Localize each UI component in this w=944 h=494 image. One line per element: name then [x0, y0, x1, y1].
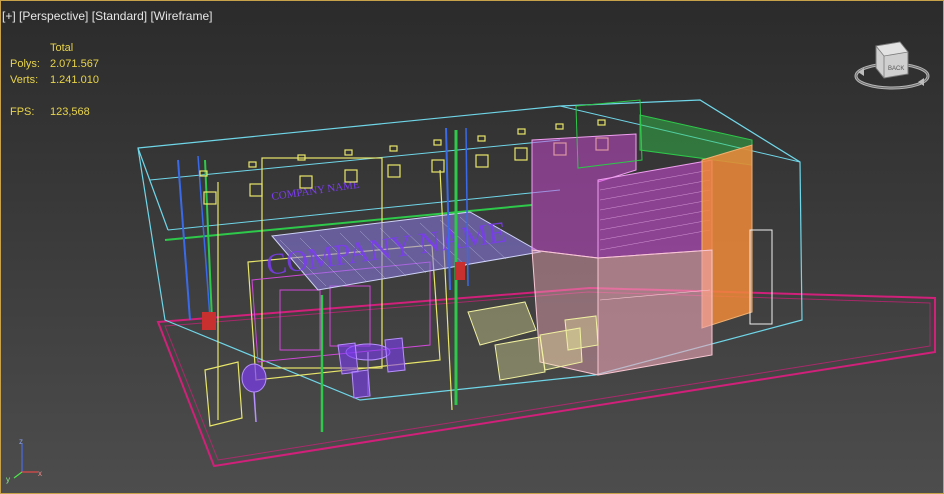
left-chair: [241, 363, 267, 393]
frame-edge-left: [137, 147, 169, 231]
scene-statistics: Total Polys: 2.071.567 Verts: 1.241.010 …: [10, 40, 99, 120]
viewport-pov-button[interactable]: [Perspective]: [19, 9, 88, 23]
viewport-menu-button[interactable]: [+]: [2, 9, 16, 23]
frame-top-rail: [149, 139, 561, 181]
magenta-door-1: [279, 289, 321, 351]
y-axis-label: y: [6, 475, 10, 484]
viewport-shading-standard-button[interactable]: [Standard]: [92, 9, 147, 23]
display-case: [204, 361, 243, 427]
viewport-label: [+] [Perspective] [Standard] [Wireframe]: [2, 9, 212, 23]
stats-header: Total: [50, 42, 74, 54]
magenta-door-2: [329, 285, 371, 347]
y-axis: [13, 471, 23, 479]
lower-room: [597, 249, 713, 376]
red-object-1: [202, 312, 216, 330]
blue-pillar-1: [177, 159, 191, 321]
polys-value: 2.071.567: [50, 58, 99, 70]
verts-label: Verts:: [10, 74, 39, 86]
wireframe-scene[interactable]: COMPANY NAME COMPANY NAME: [0, 0, 944, 494]
fps-label: FPS:: [10, 106, 35, 118]
viewport-display-mode-button[interactable]: [Wireframe]: [150, 9, 212, 23]
column-mid: [439, 169, 453, 411]
viewcube-icon[interactable]: BACK: [852, 38, 932, 94]
red-object-2: [455, 262, 465, 280]
verts-value: 1.241.010: [50, 74, 99, 86]
fps-value: 123,568: [50, 106, 90, 118]
left-chair-stem: [253, 391, 257, 423]
x-axis-label: x: [38, 469, 42, 478]
axis-tripod: z x y: [6, 437, 42, 484]
z-axis-label: z: [19, 437, 23, 446]
side-door: [749, 229, 773, 325]
polys-label: Polys:: [10, 58, 40, 70]
viewcube-face-label: BACK: [888, 66, 904, 72]
